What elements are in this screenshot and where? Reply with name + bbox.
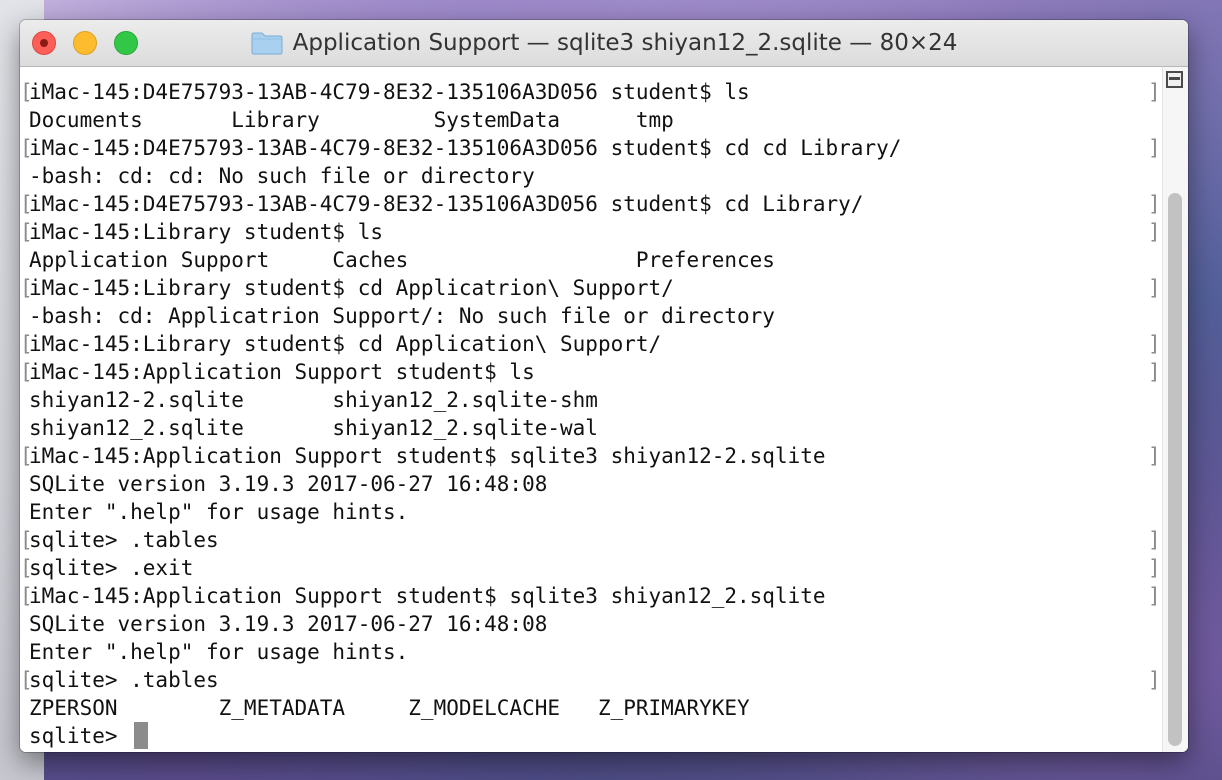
split-pane-icon[interactable] (1166, 71, 1183, 88)
terminal-line: ZPERSON Z_METADATA Z_MODELCACHE Z_PRIMAR… (20, 694, 1162, 722)
line-text: iMac-145:Application Support student$ sq… (29, 584, 826, 608)
terminal-line: SQLite version 3.19.3 2017-06-27 16:48:0… (20, 610, 1162, 638)
prompt-text: sqlite> (29, 724, 131, 748)
line-marker-close: ] (1148, 80, 1161, 104)
title-bar[interactable]: Application Support — sqlite3 shiyan12_2… (20, 20, 1188, 67)
line-text: SQLite version 3.19.3 2017-06-27 16:48:0… (29, 472, 548, 496)
terminal-prompt-line[interactable]: sqlite> (20, 722, 1162, 750)
line-text: Application Support Caches Preferences (29, 248, 775, 272)
terminal-line: [ iMac-145:Library student$ cd Applicatr… (20, 274, 1162, 302)
terminal-line: Enter ".help" for usage hints. (20, 498, 1162, 526)
line-text: shiyan12-2.sqlite shiyan12_2.sqlite-shm (29, 388, 598, 412)
line-marker-close: ] (1148, 584, 1161, 608)
line-marker-close: ] (1148, 136, 1161, 160)
line-marker-close: ] (1148, 444, 1161, 468)
line-text: iMac-145:D4E75793-13AB-4C79-8E32-135106A… (29, 80, 750, 104)
line-text: Enter ".help" for usage hints. (29, 640, 409, 664)
window-title: Application Support — sqlite3 shiyan12_2… (292, 30, 958, 56)
terminal-content[interactable]: [ iMac-145:D4E75793-13AB-4C79-8E32-13510… (20, 67, 1162, 752)
terminal-line: [ iMac-145:Application Support student$ … (20, 358, 1162, 386)
line-text: SQLite version 3.19.3 2017-06-27 16:48:0… (29, 612, 548, 636)
terminal-line: [ sqlite> .tables ] (20, 666, 1162, 694)
text-cursor (134, 722, 149, 749)
terminal-window: Application Support — sqlite3 shiyan12_2… (20, 20, 1188, 752)
terminal-line: [ iMac-145:Application Support student$ … (20, 442, 1162, 470)
terminal-line: [ sqlite> .exit ] (20, 554, 1162, 582)
line-text: ZPERSON Z_METADATA Z_MODELCACHE Z_PRIMAR… (29, 696, 750, 720)
line-text: sqlite> .exit (29, 556, 194, 580)
terminal-line: -bash: cd: Applicatrion Support/: No suc… (20, 302, 1162, 330)
line-text: iMac-145:Library student$ cd Application… (29, 332, 662, 356)
line-marker-close: ] (1148, 276, 1161, 300)
terminal-line: [ iMac-145:D4E75793-13AB-4C79-8E32-13510… (20, 78, 1162, 106)
line-text: iMac-145:Application Support student$ ls (29, 360, 535, 384)
line-marker-close: ] (1148, 332, 1161, 356)
terminal-line: [ iMac-145:Application Support student$ … (20, 582, 1162, 610)
line-text: sqlite> .tables (29, 668, 219, 692)
terminal-line: Documents Library SystemData tmp (20, 106, 1162, 134)
line-marker-close: ] (1148, 668, 1161, 692)
terminal-line: SQLite version 3.19.3 2017-06-27 16:48:0… (20, 470, 1162, 498)
line-text: shiyan12_2.sqlite shiyan12_2.sqlite-wal (29, 416, 598, 440)
terminal-line: shiyan12-2.sqlite shiyan12_2.sqlite-shm (20, 386, 1162, 414)
scrollbar-thumb[interactable] (1168, 193, 1182, 746)
line-marker-close: ] (1148, 220, 1161, 244)
terminal-line: shiyan12_2.sqlite shiyan12_2.sqlite-wal (20, 414, 1162, 442)
terminal-line: Application Support Caches Preferences (20, 246, 1162, 274)
prompt-group: sqlite> (29, 722, 149, 750)
terminal-line: [ iMac-145:Library student$ ls ] (20, 218, 1162, 246)
line-text: iMac-145:Library student$ cd Applicatrio… (29, 276, 674, 300)
line-text: sqlite> .tables (29, 528, 219, 552)
line-text: Enter ".help" for usage hints. (29, 500, 409, 524)
terminal-line: -bash: cd: cd: No such file or directory (20, 162, 1162, 190)
terminal-line: Enter ".help" for usage hints. (20, 638, 1162, 666)
terminal-line: [ iMac-145:Library student$ cd Applicati… (20, 330, 1162, 358)
line-marker-close: ] (1148, 528, 1161, 552)
line-text: -bash: cd: cd: No such file or directory (29, 164, 535, 188)
line-text: iMac-145:D4E75793-13AB-4C79-8E32-135106A… (29, 192, 864, 216)
line-marker-close: ] (1148, 192, 1161, 216)
folder-icon (251, 32, 283, 55)
line-marker-close: ] (1148, 556, 1161, 580)
terminal-line: [ sqlite> .tables ] (20, 526, 1162, 554)
line-text: -bash: cd: Applicatrion Support/: No suc… (29, 304, 775, 328)
title-group: Application Support — sqlite3 shiyan12_2… (20, 20, 1188, 66)
terminal-line: [ iMac-145:D4E75793-13AB-4C79-8E32-13510… (20, 134, 1162, 162)
line-text: iMac-145:D4E75793-13AB-4C79-8E32-135106A… (29, 136, 902, 160)
line-text: Documents Library SystemData tmp (29, 108, 674, 132)
line-text: iMac-145:Library student$ ls (29, 220, 384, 244)
line-text: iMac-145:Application Support student$ sq… (29, 444, 826, 468)
line-marker-close: ] (1148, 360, 1161, 384)
terminal-line: [ iMac-145:D4E75793-13AB-4C79-8E32-13510… (20, 190, 1162, 218)
